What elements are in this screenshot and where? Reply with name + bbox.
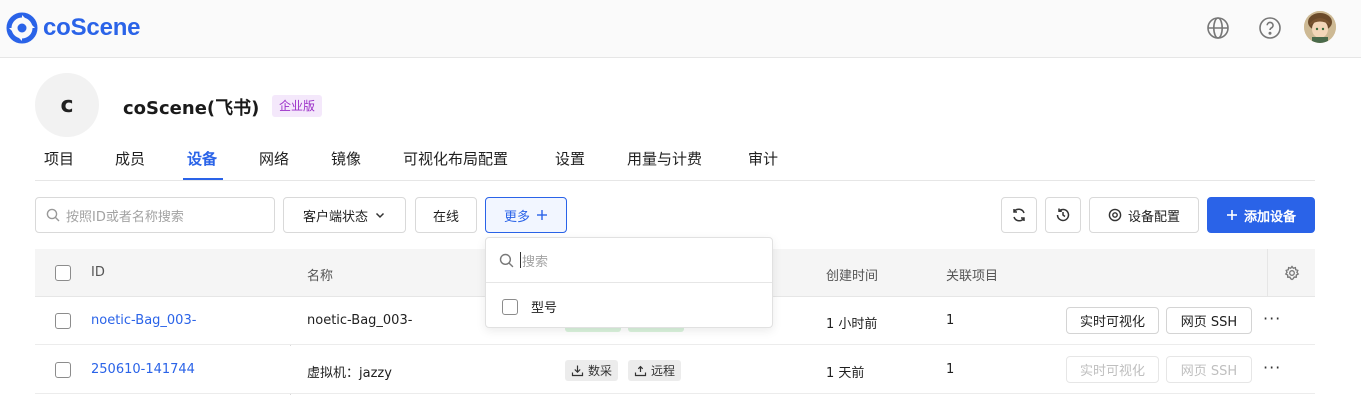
add-device-button[interactable]: 添加设备 [1207, 197, 1315, 233]
linked-projects-count: 1 [946, 362, 955, 377]
device-config-button[interactable]: 设备配置 [1089, 197, 1199, 233]
header-divider [1267, 249, 1268, 297]
device-id-link[interactable]: 250610-141744 [91, 362, 195, 377]
org-initial: c [60, 92, 74, 118]
web-ssh-button[interactable]: 网页 SSH [1166, 307, 1252, 334]
tab-audit[interactable]: 审计 [748, 148, 778, 169]
help-icon[interactable] [1257, 15, 1283, 41]
tab-devices[interactable]: 设备 [187, 148, 217, 169]
data-collection-tag: 数采 [565, 360, 619, 381]
plan-badge: 企业版 [272, 95, 323, 117]
option-label: 型号 [531, 301, 558, 316]
history-icon [1056, 208, 1070, 222]
tab-members[interactable]: 成员 [115, 148, 145, 169]
tag-label: 远程 [651, 364, 676, 378]
more-filters-dropdown: 搜索 型号 [485, 237, 773, 328]
coscene-logo-icon [6, 12, 38, 44]
avatar[interactable] [1304, 11, 1336, 43]
chevron-down-icon [375, 212, 385, 219]
logo-text: coScene [43, 14, 141, 41]
tab-settings[interactable]: 设置 [555, 148, 585, 169]
history-button[interactable] [1045, 197, 1081, 233]
dropdown-search-input[interactable]: 搜索 [486, 238, 772, 283]
client-status-filter[interactable]: 客户端状态 [283, 197, 406, 233]
org-tabs: 项目 成员 设备 网络 镜像 可视化布局配置 设置 用量与计费 审计 [35, 140, 1315, 181]
tab-network[interactable]: 网络 [259, 148, 289, 169]
device-config-label: 设备配置 [1127, 209, 1180, 225]
active-tab-indicator [183, 178, 223, 180]
row-checkbox[interactable] [55, 362, 71, 378]
client-status-label: 客户端状态 [302, 209, 368, 225]
tab-images[interactable]: 镜像 [331, 148, 361, 169]
online-filter-button[interactable]: 在线 [415, 197, 477, 233]
search-placeholder: 按照ID或者名称搜索 [66, 209, 184, 225]
column-header-id[interactable]: ID [91, 265, 105, 280]
created-time: 1 天前 [826, 366, 865, 381]
logo[interactable]: coScene [6, 12, 141, 44]
column-header-projects[interactable]: 关联项目 [946, 265, 998, 284]
top-bar: coScene [0, 0, 1361, 58]
device-name: noetic-Bag_003- [307, 313, 413, 328]
online-label: 在线 [432, 209, 459, 225]
realtime-visualization-button[interactable]: 实时可视化 [1066, 307, 1159, 334]
tag-label: 数采 [588, 364, 613, 378]
web-ssh-button[interactable]: 网页 SSH [1166, 356, 1252, 383]
remote-icon [634, 365, 647, 377]
globe-icon[interactable] [1205, 15, 1231, 41]
tab-usage-billing[interactable]: 用量与计费 [627, 148, 702, 169]
more-actions-icon[interactable]: ··· [1263, 309, 1281, 328]
more-filters-button[interactable]: 更多 [485, 197, 567, 233]
linked-projects-count: 1 [946, 313, 955, 328]
device-search-input[interactable]: 按照ID或者名称搜索 [35, 197, 275, 233]
option-checkbox[interactable] [502, 298, 518, 315]
help-button[interactable] [1257, 14, 1283, 42]
row-checkbox[interactable] [55, 313, 71, 329]
device-id-link[interactable]: noetic-Bag_003- [91, 313, 196, 328]
created-time: 1 小时前 [826, 317, 878, 332]
device-name: 虚拟机：jazzy [307, 366, 392, 381]
plus-icon [537, 210, 547, 220]
column-header-created[interactable]: 创建时间 [826, 265, 878, 284]
more-label: 更多 [503, 209, 530, 225]
dropdown-option-model[interactable]: 型号 [502, 297, 557, 316]
text-caret [520, 252, 521, 268]
refresh-icon [1013, 208, 1025, 222]
search-icon [46, 208, 60, 222]
org-avatar: c [35, 73, 99, 137]
add-device-label: 添加设备 [1243, 209, 1296, 225]
column-header-name[interactable]: 名称 [307, 265, 333, 284]
realtime-visualization-button[interactable]: 实时可视化 [1066, 356, 1159, 383]
gear-icon [1108, 208, 1122, 222]
refresh-button[interactable] [1001, 197, 1037, 233]
remote-tag: 远程 [628, 360, 682, 381]
column-settings-icon[interactable] [1284, 265, 1300, 281]
plus-icon [1226, 210, 1237, 220]
org-name: coScene(飞书) [123, 98, 260, 119]
more-actions-icon[interactable]: ··· [1263, 358, 1281, 377]
download-icon [571, 365, 584, 377]
table-row: 250610-141744 虚拟机：jazzy 数采 远程 1 天前 1 实时可… [35, 346, 1315, 394]
search-icon [499, 253, 514, 267]
select-all-checkbox[interactable] [55, 265, 71, 281]
tab-layout-config[interactable]: 可视化布局配置 [403, 148, 508, 169]
tab-projects[interactable]: 项目 [44, 148, 74, 169]
dropdown-search-placeholder: 搜索 [522, 254, 549, 270]
language-button[interactable] [1205, 14, 1231, 42]
